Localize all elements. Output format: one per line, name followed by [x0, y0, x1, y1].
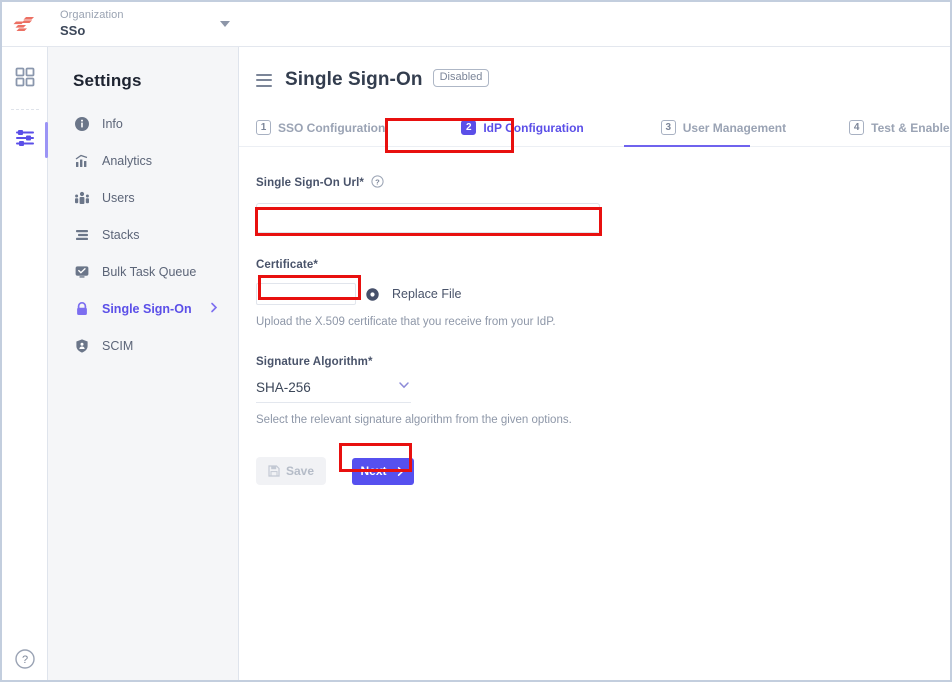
sidebar-item-analytics[interactable]: Analytics — [48, 142, 238, 179]
sidebar-item-label: SCIM — [102, 339, 133, 353]
organization-switcher[interactable]: Organization SSo — [60, 9, 230, 39]
shield-user-icon — [73, 337, 91, 355]
sliders-settings-icon — [14, 127, 36, 154]
help-circle-icon[interactable]: ? — [371, 175, 384, 191]
analytics-chart-icon — [73, 152, 91, 170]
organization-label: Organization — [60, 9, 124, 22]
brand-s-logo[interactable] — [2, 2, 48, 46]
top-bar: Organization SSo — [2, 2, 950, 47]
hamburger-menu-icon[interactable] — [256, 74, 272, 87]
chevron-down-icon[interactable] — [220, 21, 230, 27]
certificate-file-box[interactable] — [256, 283, 356, 305]
info-circle-icon — [73, 115, 91, 133]
certificate-label: Certificate* — [256, 259, 950, 271]
signature-algorithm-hint: Select the relevant signature algorithm … — [256, 414, 950, 426]
sidebar-item-single-sign-on[interactable]: Single Sign-On — [48, 290, 238, 327]
sidebar-item-users[interactable]: Users — [48, 179, 238, 216]
active-tab-underline — [624, 145, 750, 147]
sidebar-item-info[interactable]: Info — [48, 105, 238, 142]
upload-circle-icon[interactable] — [365, 287, 380, 302]
certificate-row: Replace File — [256, 283, 950, 305]
sidebar-item-label: Info — [102, 117, 123, 131]
certificate-hint: Upload the X.509 certificate that you re… — [256, 316, 950, 328]
sidebar-title: Settings — [48, 47, 238, 105]
save-button[interactable]: Save — [256, 457, 326, 485]
floppy-save-icon — [268, 465, 280, 477]
settings-sidebar: Settings Info — [48, 47, 239, 680]
rail-item-settings[interactable] — [2, 114, 48, 166]
sso-url-input[interactable] — [256, 203, 600, 233]
save-button-label: Save — [286, 464, 314, 478]
bulk-task-queue-icon — [73, 263, 91, 281]
tab-number: 3 — [661, 120, 676, 135]
tab-user-management[interactable]: 3 User Management — [661, 109, 786, 147]
svg-text:?: ? — [22, 654, 28, 666]
replace-file-link[interactable]: Replace File — [392, 287, 461, 301]
status-badge: Disabled — [433, 69, 490, 87]
tab-label: IdP Configuration — [483, 121, 583, 135]
help-circle-icon[interactable]: ? — [2, 648, 48, 670]
signature-algorithm-label: Signature Algorithm* — [256, 356, 950, 368]
tab-label: Test & Enable — [871, 121, 949, 135]
users-group-icon — [73, 189, 91, 207]
sidebar-item-label: Bulk Task Queue — [102, 265, 196, 279]
sso-url-label: Single Sign-On Url* ? — [256, 175, 950, 191]
tab-sso-configuration[interactable]: 1 SSO Configuration — [256, 109, 385, 147]
idp-configuration-form: Single Sign-On Url* ? Certificate* — [239, 147, 950, 485]
stacks-layers-icon — [73, 226, 91, 244]
sidebar-item-label: Single Sign-On — [102, 302, 192, 316]
page-header: Single Sign-On Disabled — [239, 47, 950, 91]
application-window: Organization SSo — [0, 0, 952, 682]
sidebar-item-label: Users — [102, 191, 135, 205]
chevron-right-icon — [395, 466, 406, 477]
sidebar-item-bulk-task-queue[interactable]: Bulk Task Queue — [48, 253, 238, 290]
sidebar-item-label: Stacks — [102, 228, 140, 242]
chevron-down-icon — [397, 378, 411, 397]
icon-rail: ? — [2, 47, 48, 680]
form-actions: Save Next — [256, 457, 950, 485]
tab-bar: 1 SSO Configuration 2 IdP Configuration … — [239, 109, 950, 147]
tab-test-and-enable[interactable]: 4 Test & Enable — [849, 109, 949, 147]
chevron-right-icon — [208, 301, 220, 316]
svg-text:?: ? — [375, 178, 380, 187]
next-button[interactable]: Next — [352, 458, 414, 485]
organization-name: SSo — [60, 23, 124, 39]
tab-label: SSO Configuration — [278, 121, 385, 135]
sidebar-item-stacks[interactable]: Stacks — [48, 216, 238, 253]
sidebar-item-label: Analytics — [102, 154, 152, 168]
rail-item-apps[interactable] — [2, 53, 48, 105]
main-content: Single Sign-On Disabled 1 SSO Configurat… — [239, 47, 950, 680]
lock-icon — [73, 300, 91, 318]
signature-algorithm-select[interactable]: SHA-256 — [256, 378, 411, 403]
grid-apps-icon — [14, 66, 36, 93]
page-title: Single Sign-On — [285, 69, 423, 91]
tab-idp-configuration[interactable]: 2 IdP Configuration — [449, 109, 595, 147]
signature-algorithm-value: SHA-256 — [256, 380, 311, 395]
next-button-label: Next — [360, 464, 386, 478]
tab-label: User Management — [683, 121, 786, 135]
sidebar-item-scim[interactable]: SCIM — [48, 327, 238, 364]
tab-number: 1 — [256, 120, 271, 135]
tab-number: 2 — [461, 120, 476, 135]
rail-divider — [11, 109, 39, 110]
tab-number: 4 — [849, 120, 864, 135]
